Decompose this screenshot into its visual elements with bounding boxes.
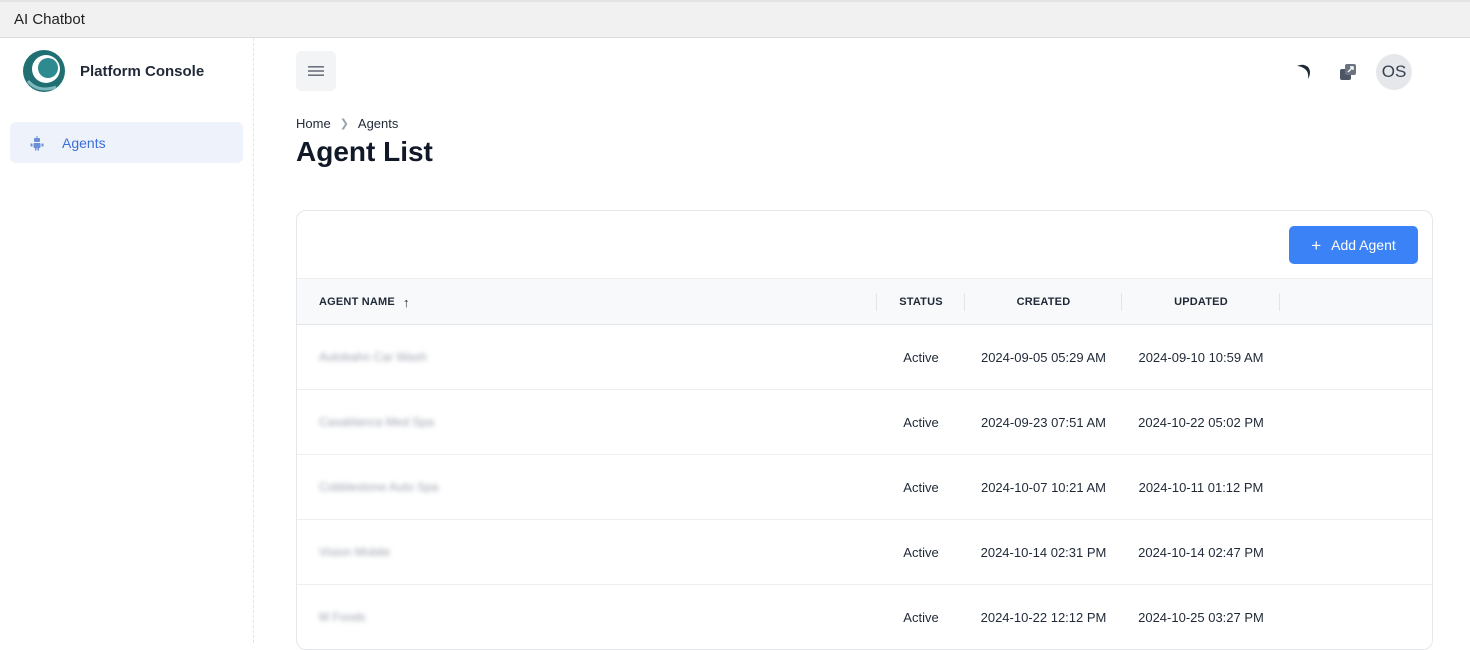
sort-ascending-icon: ↑ <box>402 294 410 310</box>
theme-toggle-button[interactable] <box>1294 62 1314 82</box>
column-header-status[interactable]: STATUS <box>877 279 965 325</box>
header-actions: OS <box>1294 54 1412 90</box>
table-row[interactable]: Vision Mobile Active 2024-10-14 02:31 PM… <box>297 520 1432 585</box>
agent-name-cell[interactable]: M Foods <box>319 585 366 649</box>
agents-table-card: + Add Agent AGENT NAME ↑ STATUS CREATED … <box>296 210 1433 650</box>
status-cell: Active <box>903 349 939 365</box>
add-agent-label: Add Agent <box>1331 237 1396 253</box>
avatar[interactable]: OS <box>1376 54 1412 90</box>
table-header: AGENT NAME ↑ STATUS CREATED UPDATED <box>297 278 1432 325</box>
created-cell: 2024-10-14 02:31 PM <box>980 544 1107 560</box>
column-header-created[interactable]: CREATED <box>965 279 1122 325</box>
robot-icon <box>30 135 44 150</box>
status-cell: Active <box>903 414 939 430</box>
brand[interactable]: Platform Console <box>22 47 204 95</box>
chevron-right-icon: ❯ <box>339 118 349 130</box>
created-cell: 2024-10-07 10:21 AM <box>980 479 1107 495</box>
updated-cell: 2024-09-10 10:59 AM <box>1138 349 1264 365</box>
status-cell: Active <box>903 609 939 625</box>
expand-button[interactable] <box>1338 62 1358 82</box>
status-cell: Active <box>903 544 939 560</box>
hamburger-icon <box>308 66 324 76</box>
agent-name-cell[interactable]: Cobblestone Auto Spa <box>319 455 438 519</box>
table-row[interactable]: Cobblestone Auto Spa Active 2024-10-07 1… <box>297 455 1432 520</box>
agent-name-cell[interactable]: Autobahn Car Wash <box>319 325 427 389</box>
updated-cell: 2024-10-14 02:47 PM <box>1138 544 1264 560</box>
created-cell: 2024-10-22 12:12 PM <box>980 609 1107 625</box>
agent-name-cell[interactable]: Casablanca Med Spa <box>319 390 434 454</box>
updated-cell: 2024-10-11 01:12 PM <box>1138 479 1264 495</box>
created-cell: 2024-09-23 07:51 AM <box>980 414 1107 430</box>
column-header-updated[interactable]: UPDATED <box>1122 279 1280 325</box>
status-cell: Active <box>903 479 939 495</box>
breadcrumb-home[interactable]: Home <box>296 116 331 131</box>
table-row[interactable]: M Foods Active 2024-10-22 12:12 PM 2024-… <box>297 585 1432 649</box>
table-row[interactable]: Casablanca Med Spa Active 2024-09-23 07:… <box>297 390 1432 455</box>
moon-icon <box>1297 64 1310 79</box>
breadcrumb-current: Agents <box>357 116 399 131</box>
brand-logo <box>23 50 65 92</box>
column-header-agent-name[interactable]: AGENT NAME ↑ <box>297 279 877 325</box>
page-title: Agent List <box>296 136 433 167</box>
main-content: OS Home ❯ Agents Agent List + Add Agent … <box>254 38 1470 650</box>
sidebar: Platform Console Agents <box>0 38 254 643</box>
updated-cell: 2024-10-22 05:02 PM <box>1138 414 1264 430</box>
plus-icon: + <box>1311 235 1322 255</box>
breadcrumb: Home ❯ Agents <box>296 116 398 131</box>
add-agent-button[interactable]: + Add Agent <box>1289 226 1418 264</box>
sidebar-item-agents[interactable]: Agents <box>10 122 243 163</box>
menu-toggle-button[interactable] <box>296 51 336 91</box>
table-row[interactable]: Autobahn Car Wash Active 2024-09-05 05:2… <box>297 325 1432 390</box>
updated-cell: 2024-10-25 03:27 PM <box>1138 609 1264 625</box>
app-titlebar: AI Chatbot <box>0 0 1470 38</box>
expand-icon <box>1340 64 1356 80</box>
brand-name: Platform Console <box>80 62 205 80</box>
agent-name-cell[interactable]: Vision Mobile <box>319 520 390 584</box>
sidebar-item-label: Agents <box>62 134 106 151</box>
window-title: AI Chatbot <box>14 11 85 28</box>
created-cell: 2024-09-05 05:29 AM <box>980 349 1107 365</box>
